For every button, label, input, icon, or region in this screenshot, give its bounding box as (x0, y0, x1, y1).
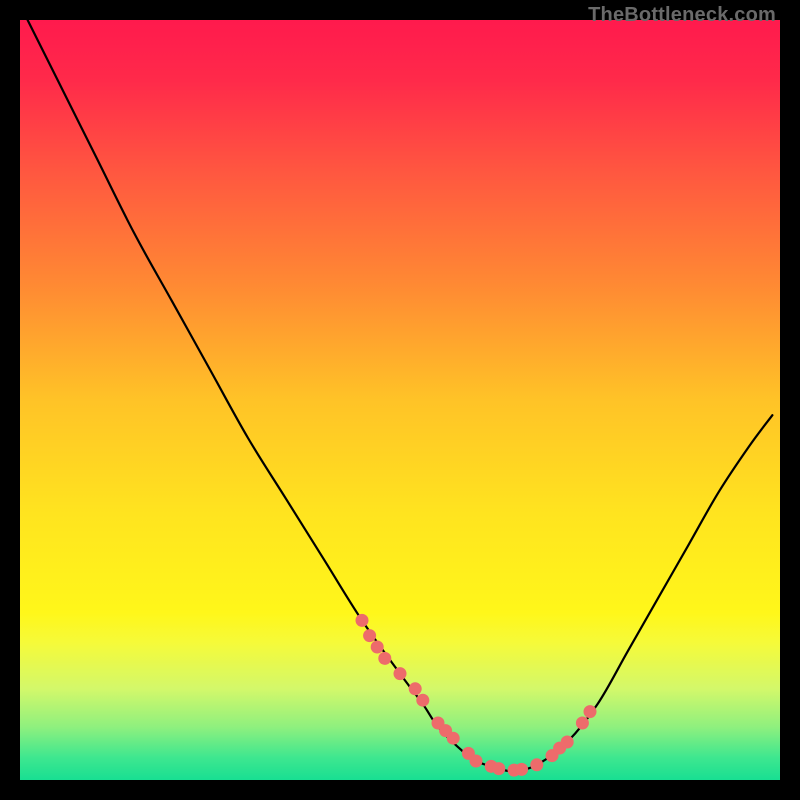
highlight-dot (378, 652, 391, 665)
highlight-dot (561, 736, 574, 749)
highlight-dot (576, 717, 589, 730)
highlight-dot (470, 755, 483, 768)
highlight-dot (409, 682, 422, 695)
highlight-dot (447, 732, 460, 745)
highlight-dot (584, 705, 597, 718)
highlight-dot (371, 641, 384, 654)
highlight-dot (492, 762, 505, 775)
highlight-dot (416, 694, 429, 707)
plot-area (20, 20, 780, 780)
highlight-dot (363, 629, 376, 642)
chart-background (20, 20, 780, 780)
highlight-dot (356, 614, 369, 627)
chart-container: TheBottleneck.com (0, 0, 800, 800)
highlight-dot (394, 667, 407, 680)
chart-svg (20, 20, 780, 780)
highlight-dot (530, 758, 543, 771)
watermark-text: TheBottleneck.com (588, 4, 776, 27)
highlight-dot (515, 763, 528, 776)
